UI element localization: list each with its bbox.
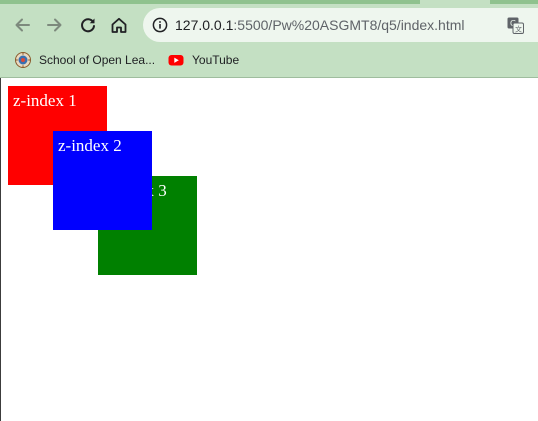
site-info-icon[interactable] xyxy=(151,16,169,34)
browser-toolbar: 127.0.0.1:5500/Pw%20ASGMT8/q5/index.html… xyxy=(0,0,538,78)
url-host: 127.0.0.1 xyxy=(175,17,234,33)
institution-seal-icon xyxy=(15,52,31,68)
z-index-2-box: z-index 2 xyxy=(53,131,152,230)
tab-strip-edge xyxy=(0,0,538,4)
bookmark-label: YouTube xyxy=(192,53,240,67)
back-arrow-icon xyxy=(15,18,30,32)
translate-icon[interactable]: G 文 xyxy=(507,17,524,34)
back-button[interactable] xyxy=(9,12,35,38)
home-icon xyxy=(111,17,127,33)
svg-text:文: 文 xyxy=(515,25,522,34)
reload-icon xyxy=(81,18,95,33)
url-text[interactable]: 127.0.0.1:5500/Pw%20ASGMT8/q5/index.html xyxy=(175,16,465,34)
box-label: z-index 1 xyxy=(13,91,77,110)
bookmark-youtube[interactable]: YouTube xyxy=(168,50,239,70)
box-label: z-index 2 xyxy=(58,136,122,155)
bookmark-label: School of Open Lea... xyxy=(39,53,156,67)
forward-arrow-icon xyxy=(47,18,62,32)
url-path: :5500/Pw%20ASGMT8/q5/index.html xyxy=(233,17,465,33)
forward-button[interactable] xyxy=(42,12,68,38)
bookmarks-bar: School of Open Lea... YouTube xyxy=(0,48,538,72)
bookmark-school-of-open-learning[interactable]: School of Open Lea... xyxy=(15,50,155,70)
address-bar[interactable]: 127.0.0.1:5500/Pw%20ASGMT8/q5/index.html… xyxy=(143,8,538,42)
reload-button[interactable] xyxy=(75,12,101,38)
youtube-icon xyxy=(168,55,184,66)
home-button[interactable] xyxy=(106,12,132,38)
window-left-edge xyxy=(0,78,1,421)
